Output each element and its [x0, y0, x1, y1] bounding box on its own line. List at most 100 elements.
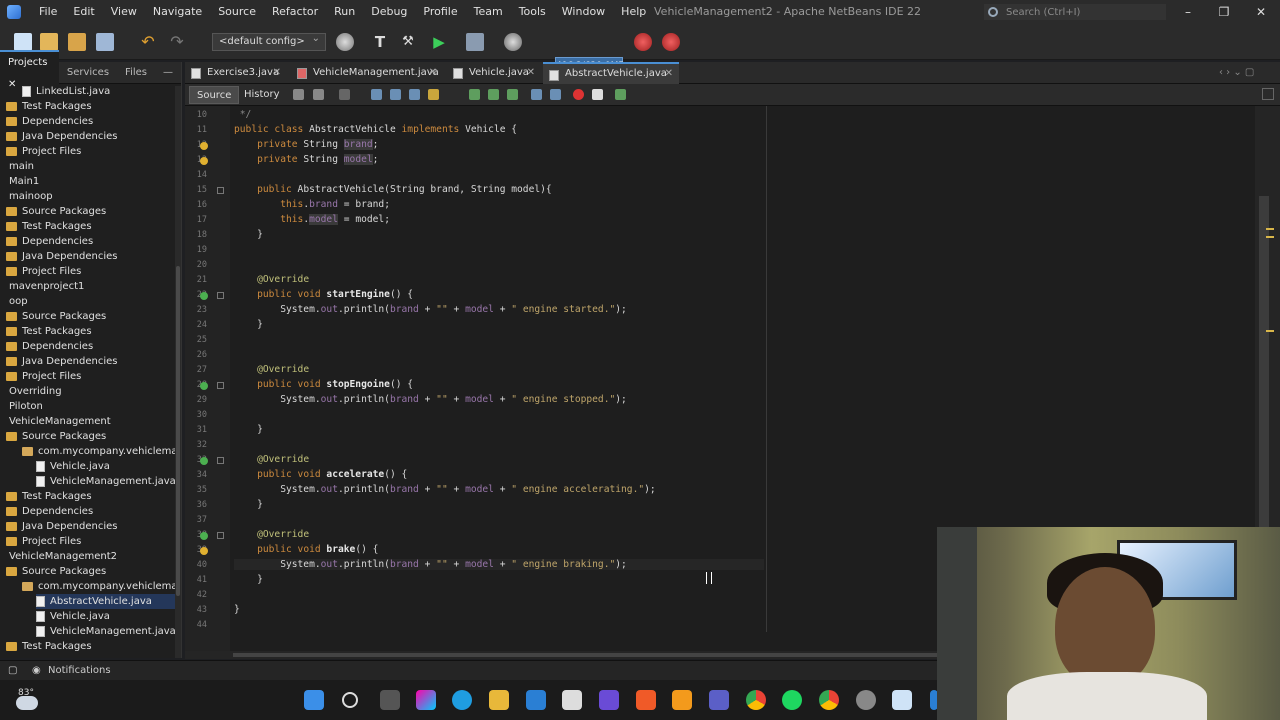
history-button[interactable]: History — [237, 86, 287, 104]
menu-navigate[interactable]: Navigate — [145, 0, 210, 24]
build-hammer-icon[interactable]: T — [371, 33, 389, 51]
sublime-icon[interactable] — [672, 690, 692, 710]
search-input[interactable]: Search (Ctrl+I) — [984, 4, 1166, 20]
gc-icon[interactable] — [634, 33, 652, 51]
override-marker-icon[interactable] — [200, 532, 208, 540]
override-marker-icon[interactable] — [200, 382, 208, 390]
run-icon[interactable]: ▶ — [430, 33, 448, 51]
save-all-icon[interactable] — [96, 33, 114, 51]
bookmark-icon[interactable] — [507, 89, 518, 100]
gc-snapshot-icon[interactable] — [662, 33, 680, 51]
minimize-button[interactable]: – — [1170, 0, 1206, 24]
find-next-icon[interactable] — [409, 89, 420, 100]
tree-node[interactable]: main — [9, 159, 34, 174]
tree-node[interactable]: Java Dependencies — [6, 249, 117, 264]
fold-toggle-icon[interactable] — [217, 457, 224, 464]
menu-run[interactable]: Run — [326, 0, 363, 24]
tree-scrollbar[interactable] — [175, 86, 181, 658]
uncomment-icon[interactable] — [550, 89, 561, 100]
toggle-highlight-icon[interactable] — [428, 89, 439, 100]
forward-icon[interactable] — [339, 89, 350, 100]
menu-help[interactable]: Help — [613, 0, 654, 24]
close-tab-icon[interactable]: ✕ — [429, 62, 437, 84]
menu-edit[interactable]: Edit — [65, 0, 102, 24]
record-macro-icon[interactable] — [573, 89, 584, 100]
close-tab-icon[interactable]: ✕ — [527, 62, 535, 84]
tree-node[interactable]: Java Dependencies — [6, 129, 117, 144]
tree-node[interactable]: Test Packages — [6, 324, 92, 339]
warning-marker-icon[interactable] — [200, 547, 208, 555]
spotify-icon[interactable] — [782, 690, 802, 710]
tab-abstractvehicle[interactable]: AbstractVehicle.java ✕ — [543, 62, 679, 84]
tree-node[interactable]: Vehicle.java — [36, 609, 110, 624]
brave-icon[interactable] — [636, 690, 656, 710]
tree-node[interactable]: Test Packages — [6, 489, 92, 504]
notifications-label[interactable]: Notifications — [48, 661, 111, 681]
profile-icon[interactable] — [504, 33, 522, 51]
error-stripe-mark[interactable] — [1266, 236, 1274, 238]
menu-file[interactable]: File — [31, 0, 65, 24]
outlook-icon[interactable] — [526, 690, 546, 710]
tree-node[interactable]: Test Packages — [6, 639, 92, 654]
tree-node[interactable]: VehicleManagement — [9, 414, 111, 429]
chrome-icon[interactable] — [746, 690, 766, 710]
store-icon[interactable] — [562, 690, 582, 710]
netbeans-taskbar-icon[interactable] — [892, 690, 912, 710]
back-icon[interactable] — [313, 89, 324, 100]
shift-left-icon[interactable] — [469, 89, 480, 100]
source-button[interactable]: Source — [189, 86, 240, 104]
tree-node[interactable]: Source Packages — [6, 564, 106, 579]
redo-icon[interactable]: ↷ — [168, 33, 186, 51]
globe-icon[interactable] — [336, 33, 354, 51]
tree-node[interactable]: Piloton — [9, 399, 43, 414]
task-view-icon[interactable] — [380, 690, 400, 710]
find-icon[interactable] — [371, 89, 382, 100]
override-marker-icon[interactable] — [200, 457, 208, 465]
tree-node[interactable]: Source Packages — [6, 429, 106, 444]
search-taskbar-icon[interactable] — [342, 692, 358, 708]
tree-node[interactable]: VehicleManagement.java — [36, 624, 176, 639]
tree-node[interactable]: com.mycompany.vehiclemana — [22, 579, 176, 594]
tree-node[interactable]: LinkedList.java — [22, 86, 110, 99]
tree-node[interactable]: Source Packages — [6, 309, 106, 324]
error-stripe-mark[interactable] — [1266, 228, 1274, 230]
tree-scroll-thumb[interactable] — [176, 266, 180, 596]
fold-toggle-icon[interactable] — [217, 292, 224, 299]
minimize-panel-icon[interactable]: — — [155, 62, 181, 84]
fold-toggle-icon[interactable] — [217, 532, 224, 539]
tab-vehiclemanagement[interactable]: VehicleManagement.java ✕ — [291, 62, 443, 84]
open-project-icon[interactable] — [68, 33, 86, 51]
tree-node[interactable]: Dependencies — [6, 114, 93, 129]
fold-toggle-icon[interactable] — [217, 187, 224, 194]
shift-right-icon[interactable] — [488, 89, 499, 100]
tree-node[interactable]: Test Packages — [6, 219, 92, 234]
menu-source[interactable]: Source — [210, 0, 264, 24]
menu-window[interactable]: Window — [554, 0, 613, 24]
tree-node[interactable]: Project Files — [6, 534, 81, 549]
close-tab-icon[interactable]: ✕ — [665, 64, 673, 84]
close-tab-icon[interactable]: ✕ — [273, 62, 281, 84]
tree-node[interactable]: VehicleManagement2 — [9, 549, 117, 564]
tree-node[interactable]: Java Dependencies — [6, 519, 117, 534]
tab-exercise3[interactable]: Exercise3.java ✕ — [185, 62, 287, 84]
notifications-icon[interactable]: ◉ — [32, 661, 41, 681]
tree-node[interactable]: oop — [9, 294, 28, 309]
tree-node[interactable]: Project Files — [6, 369, 81, 384]
windows-start-icon[interactable] — [304, 690, 324, 710]
teams-icon[interactable] — [709, 690, 729, 710]
tab-services[interactable]: Services — [59, 62, 117, 84]
chrome-profile-icon[interactable] — [819, 690, 839, 710]
warning-marker-icon[interactable] — [200, 157, 208, 165]
copilot-icon[interactable] — [416, 690, 436, 710]
error-stripe-mark[interactable] — [1266, 330, 1274, 332]
new-file-icon[interactable] — [14, 33, 32, 51]
last-edit-icon[interactable] — [293, 89, 304, 100]
weather-icon[interactable] — [16, 696, 38, 710]
clean-build-icon[interactable]: ⚒ — [399, 33, 417, 51]
tree-node[interactable]: Dependencies — [6, 504, 93, 519]
new-project-icon[interactable] — [40, 33, 58, 51]
menu-profile[interactable]: Profile — [415, 0, 465, 24]
override-marker-icon[interactable] — [200, 292, 208, 300]
tasks-icon[interactable] — [615, 89, 626, 100]
tree-node[interactable]: Project Files — [6, 144, 81, 159]
